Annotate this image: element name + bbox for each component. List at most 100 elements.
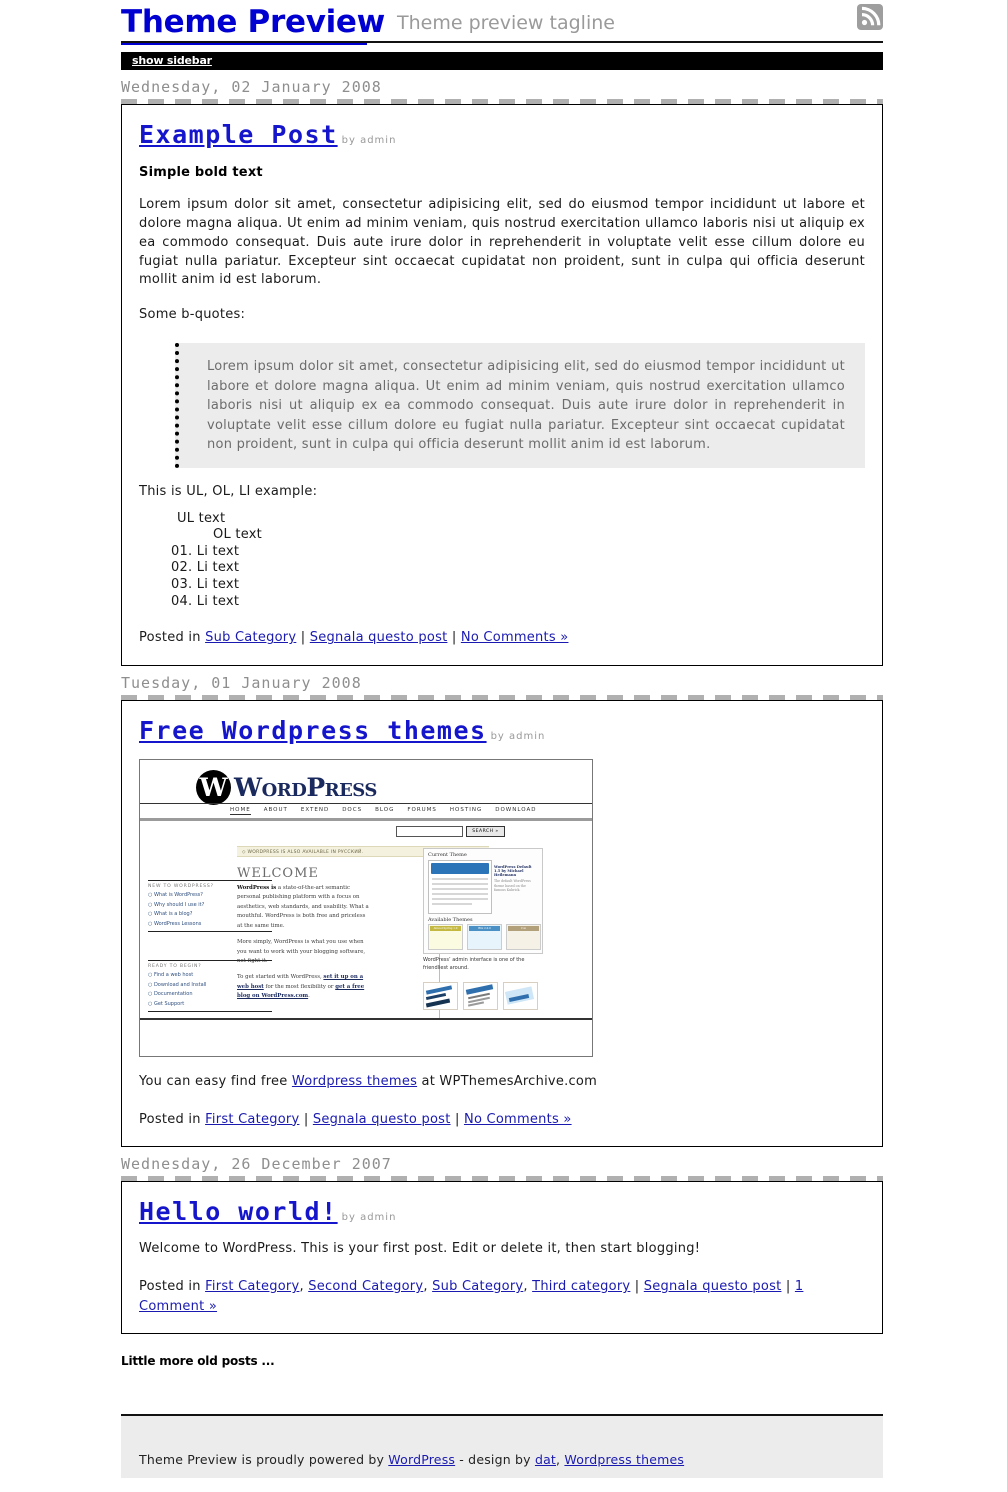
meta-separator: | [781,1279,795,1294]
report-post-link[interactable]: Segnala questo post [313,1112,451,1127]
quote-lead-1: Some b-quotes: [139,307,246,323]
meta-separator: | [296,630,310,646]
welcome-para-2: More simply, WordPress is what you use w… [237,939,366,964]
body-text-after: at WPThemesArchive.com [417,1073,598,1089]
welcome-para-1: a state-of-the-art semantic personal pub… [237,884,369,929]
theme-preview-bar [431,862,489,874]
post-3: Hello world! by admin Welcome to WordPres… [121,1181,883,1334]
list-item: UL text [177,510,226,526]
posted-in-label: Posted in [139,630,206,646]
wordpress-w-icon: W [196,769,231,805]
show-sidebar-link[interactable]: show sidebar [132,54,212,67]
theme-preview-line [432,882,488,885]
comments-link[interactable]: No Comments » [461,630,569,645]
current-theme-preview [428,859,492,914]
site-footer: Theme Preview is proudly powered by Word… [121,1416,883,1478]
category-link[interactable]: Sub Category [432,1279,523,1294]
meta-comma: , [423,1279,433,1294]
list-item: 04. Li text [171,593,240,609]
screenshot-card-thumbnails [423,981,538,1010]
report-post-link[interactable]: Segnala questo post [644,1279,782,1294]
meta-separator: | [450,1111,464,1127]
post-title-link-3[interactable]: Hello world! [139,1197,338,1226]
category-link[interactable]: First Category [205,1112,299,1127]
site-tagline: Theme preview tagline [397,12,615,34]
category-link[interactable]: First Category [205,1279,299,1294]
post-meta-1: Posted in Sub Category | Segnala questo … [139,628,865,648]
screenshot-search-button: SEARCH » [466,825,505,837]
welcome-bold-lead: WordPress is [237,884,277,891]
content-wrapper: Theme Preview Theme preview tagline show… [121,0,883,1478]
rss-feed-icon[interactable] [857,4,883,30]
theme-thumb: Blix 2.0.0 [467,923,502,950]
list-lead-1: This is UL, OL, LI example: [139,483,318,499]
designer-link[interactable]: dat [535,1452,556,1467]
theme-preview-line [432,887,488,890]
site-header: Theme Preview Theme preview tagline [121,0,883,46]
list-item: OL text [213,527,263,543]
nav-item-about: ABOUT [263,806,288,813]
wordpress-wordmark: WordPress [234,772,377,802]
post-title-row-3: Hello world! by admin [139,1199,865,1224]
current-theme-info: WordPress Default 1.5 by Michael Heilema… [494,865,538,893]
category-link[interactable]: Second Category [308,1279,423,1294]
theme-thumb-title: Blix 2.0.0 [469,925,500,931]
sidebar-toggle-bar: show sidebar [121,52,883,70]
nav-item-blog: BLOG [375,806,395,813]
theme-preview-line [432,892,488,895]
nav-item-extend: EXTEND [300,806,330,813]
theme-preview-line [432,897,488,900]
nav-item-docs: DOCS [342,806,363,813]
post-date-2: Tuesday, 01 January 2008 [121,673,362,692]
theme-preview-page: Theme Preview Theme preview tagline show… [0,0,1007,1492]
category-link[interactable]: Sub Category [205,630,296,645]
wordpress-themes-link[interactable]: Wordpress themes [292,1074,417,1089]
header-divider [121,41,883,43]
site-title-link[interactable]: Theme Preview [121,4,385,40]
current-theme-label: Current Theme [428,851,467,858]
theme-thumb: Con [506,923,541,950]
post-body-1: Lorem ipsum dolor sit amet, consectetur … [139,197,865,288]
meta-separator: | [447,630,461,646]
welcome-para-3-pre: To get started with WordPress, [237,974,324,981]
post-title-link-2[interactable]: Free Wordpress themes [139,716,487,745]
footer-credit: Theme Preview is proudly powered by Word… [139,1452,684,1467]
post-byline-3: by admin [341,1212,397,1224]
card-thumb [503,981,538,1010]
post-meta-2: Posted in First Category | Segnala quest… [139,1110,865,1130]
post-meta-3: Posted in First Category, Second Categor… [139,1277,865,1316]
post-title-row-2: Free Wordpress themes by admin [139,718,865,743]
welcome-para-3-mid: for the most flexibility or [263,983,336,990]
posted-in-label: Posted in [139,1111,206,1127]
post-body-2: You can easy find free Wordpress themes … [139,1073,865,1092]
report-post-link[interactable]: Segnala questo post [310,630,448,645]
available-themes-row: Almost Spring 1.0 Blix 2.0.0 Con [428,923,542,950]
post-blockquote-1: Lorem ipsum dolor sit amet, consectetur … [175,343,865,468]
screenshot-rule-2 [140,817,592,821]
wordpress-themes-footer-link[interactable]: Wordpress themes [564,1452,684,1467]
post-title-link-1[interactable]: Example Post [139,120,338,149]
post-byline-2: by admin [490,730,546,742]
theme-thumb-title: Con [508,925,539,931]
nav-item-forums: FORUMS [407,806,437,813]
wordpress-logo: W WordPress [196,769,377,805]
posted-in-label: Posted in [139,1279,206,1294]
list-section-1: This is UL, OL, LI example: UL text OL t… [139,484,865,611]
nav-item-home: HOME [230,806,251,815]
nav-item-download: DOWNLOAD [495,806,537,813]
card-thumb [463,981,498,1010]
screenshot-caption: WordPress’ admin interface is one of the… [423,956,525,971]
theme-preview-line [432,877,488,880]
meta-comma: , [523,1279,533,1294]
wordpress-link[interactable]: WordPress [388,1452,455,1467]
meta-comma: , [299,1279,309,1294]
theme-preview-line [432,902,472,905]
card-thumb [423,981,458,1010]
comments-link[interactable]: No Comments » [464,1112,572,1127]
post-body-3: Welcome to WordPress. This is your first… [139,1241,701,1257]
wordpress-screenshot-image[interactable]: W WordPress HOME ABOUT EXTEND DOCS BLOG FORUM… [139,758,593,1057]
category-link[interactable]: Third category [532,1279,630,1294]
footer-text-pre: Theme Preview is proudly powered by [139,1452,389,1467]
theme-name: WordPress Default 1.5 by Michael Heilema… [494,864,532,877]
list-item: 03. Li text [171,577,240,593]
